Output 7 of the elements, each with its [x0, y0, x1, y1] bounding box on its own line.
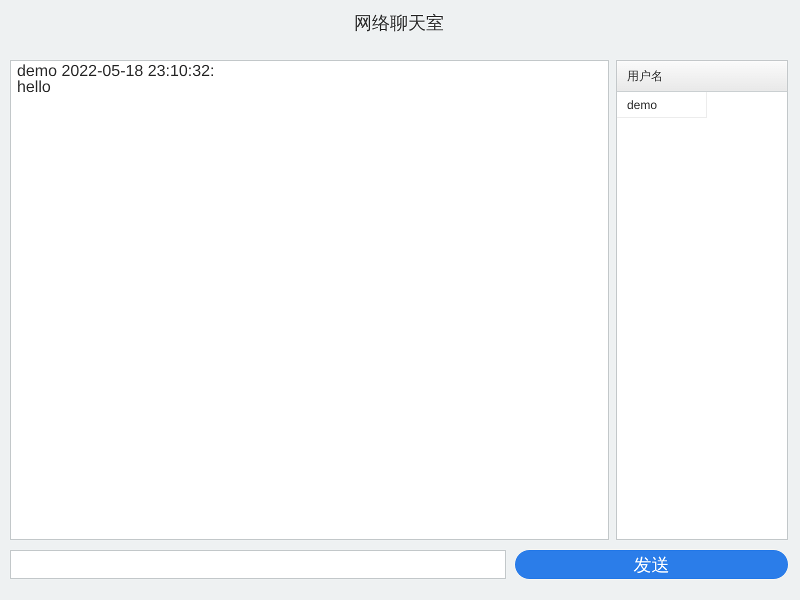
page-title: 网络聊天室 — [354, 12, 444, 35]
user-item[interactable]: demo — [617, 92, 707, 118]
message-input[interactable] — [10, 550, 506, 579]
column-header: 用户名 — [617, 61, 787, 92]
message-header: demo 2022-05-18 23:10:32: — [17, 64, 214, 80]
send-button[interactable]: 发送 — [515, 550, 788, 579]
message-text: hello — [17, 80, 51, 96]
